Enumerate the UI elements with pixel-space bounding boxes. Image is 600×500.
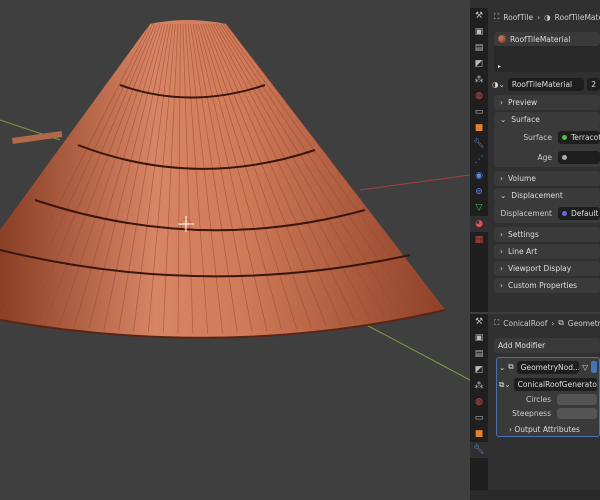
output-tab-icon[interactable]: ▤: [470, 346, 488, 362]
section-volume[interactable]: › Volume: [494, 171, 600, 186]
status-bar: [470, 490, 600, 500]
3d-viewport[interactable]: [0, 0, 470, 500]
output-tab-icon[interactable]: ▤: [470, 40, 488, 56]
roof-tile-object[interactable]: [12, 131, 63, 144]
x-axis-line: [359, 174, 470, 191]
material-browse-icon[interactable]: ◑⌄: [492, 80, 505, 89]
material-slot-list[interactable]: RoofTileMaterial ▸: [494, 32, 600, 72]
cage-toggle-icon[interactable]: [591, 361, 597, 373]
texture-tab-icon[interactable]: ▦: [470, 232, 488, 248]
render-tab-icon[interactable]: ▣: [470, 330, 488, 346]
geometry-nodes-icon: ⧉: [508, 362, 514, 371]
collection-tab-icon[interactable]: ▭: [470, 104, 488, 120]
view-layer-tab-icon[interactable]: ◩: [470, 362, 488, 378]
object-tab-icon[interactable]: ■: [470, 426, 488, 442]
collection-tab-icon[interactable]: ▭: [470, 410, 488, 426]
tool-tab-icon[interactable]: ⚒: [470, 8, 488, 24]
properties-tabs: ⚒ ▣ ▤ ◩ ⁂ ◍ ▭ ■ 🔧︎: [470, 314, 488, 490]
scene-tab-icon[interactable]: ⁂: [470, 378, 488, 394]
user-count[interactable]: 2: [587, 78, 600, 91]
material-name-field[interactable]: RoofTileMaterial: [507, 78, 585, 91]
section-line-art[interactable]: › Line Art: [494, 244, 600, 259]
object-icon: ⛶: [494, 318, 500, 327]
geometry-nodes-modifier: ⌄ ⧉ GeometryNod... ▽ ⧉⌄ ConicalRoofGener…: [496, 357, 600, 437]
scene-tab-icon[interactable]: ⁂: [470, 72, 488, 88]
displacement-field[interactable]: Default: [558, 206, 600, 220]
data-tab-icon[interactable]: ▽: [470, 200, 488, 216]
material-slot-item[interactable]: RoofTileMaterial: [494, 32, 600, 46]
object-tab-icon[interactable]: ■: [470, 120, 488, 136]
constraints-tab-icon[interactable]: ⊚: [470, 184, 488, 200]
physics-tab-icon[interactable]: ◉: [470, 168, 488, 184]
tool-tab-icon[interactable]: ⚒: [470, 314, 488, 330]
modifier-tab-icon[interactable]: 🔧︎: [470, 442, 488, 458]
properties-tabs: ⚒ ▣ ▤ ◩ ⁂ ◍ ▭ ■ 🔧︎ ⋰ ◉ ⊚ ▽ ◕ ▦: [470, 8, 488, 312]
particles-tab-icon[interactable]: ⋰: [470, 152, 488, 168]
surface-shader-field[interactable]: Terracotta: [558, 130, 600, 144]
age-field[interactable]: [558, 150, 600, 164]
section-preview[interactable]: › Preview: [494, 95, 600, 110]
material-properties-panel: ⚒ ▣ ▤ ◩ ⁂ ◍ ▭ ■ 🔧︎ ⋰ ◉ ⊚ ▽ ◕ ▦ ⛶ RoofTil…: [470, 0, 600, 312]
edit-mode-toggle-icon[interactable]: ▽: [582, 363, 588, 372]
material-tab-icon[interactable]: ◕: [470, 216, 488, 232]
circles-field[interactable]: [557, 394, 597, 405]
render-tab-icon[interactable]: ▣: [470, 24, 488, 40]
modifier-name-field[interactable]: GeometryNod...: [516, 360, 580, 374]
expand-arrow-icon[interactable]: ▸: [498, 63, 501, 70]
object-icon: ⛶: [494, 12, 500, 21]
add-modifier-button[interactable]: Add Modifier: [494, 338, 600, 353]
collapse-icon[interactable]: ⌄: [499, 363, 505, 372]
node-group-field[interactable]: ConicalRoofGenerator: [513, 378, 597, 391]
section-displacement[interactable]: ⌄ Displacement: [494, 188, 600, 203]
section-viewport-display[interactable]: › Viewport Display: [494, 261, 600, 276]
material-icon: ◑: [544, 12, 551, 22]
geometry-nodes-icon: ⧉: [558, 318, 564, 327]
section-surface[interactable]: ⌄ Surface: [494, 112, 600, 127]
section-settings[interactable]: › Settings: [494, 227, 600, 242]
modifier-tab-icon[interactable]: 🔧︎: [470, 136, 488, 152]
section-custom-properties[interactable]: › Custom Properties: [494, 278, 600, 293]
material-ball-icon: [498, 35, 506, 43]
conical-roof-mesh: [0, 20, 470, 381]
view-layer-tab-icon[interactable]: ◩: [470, 56, 488, 72]
node-group-browse-icon[interactable]: ⧉⌄: [499, 380, 511, 390]
world-tab-icon[interactable]: ◍: [470, 88, 488, 104]
steepness-field[interactable]: [557, 408, 597, 419]
modifier-properties-panel: ⚒ ▣ ▤ ◩ ⁂ ◍ ▭ ■ 🔧︎ ⛶ ConicalRoof › ⧉ Geo…: [470, 314, 600, 490]
world-tab-icon[interactable]: ◍: [470, 394, 488, 410]
breadcrumb: ⛶ ConicalRoof › ⧉ GeometryNodes: [494, 318, 600, 328]
output-attributes-section[interactable]: › Output Attributes: [509, 425, 597, 434]
breadcrumb: ⛶ RoofTile › ◑ RoofTileMaterial: [494, 12, 600, 22]
